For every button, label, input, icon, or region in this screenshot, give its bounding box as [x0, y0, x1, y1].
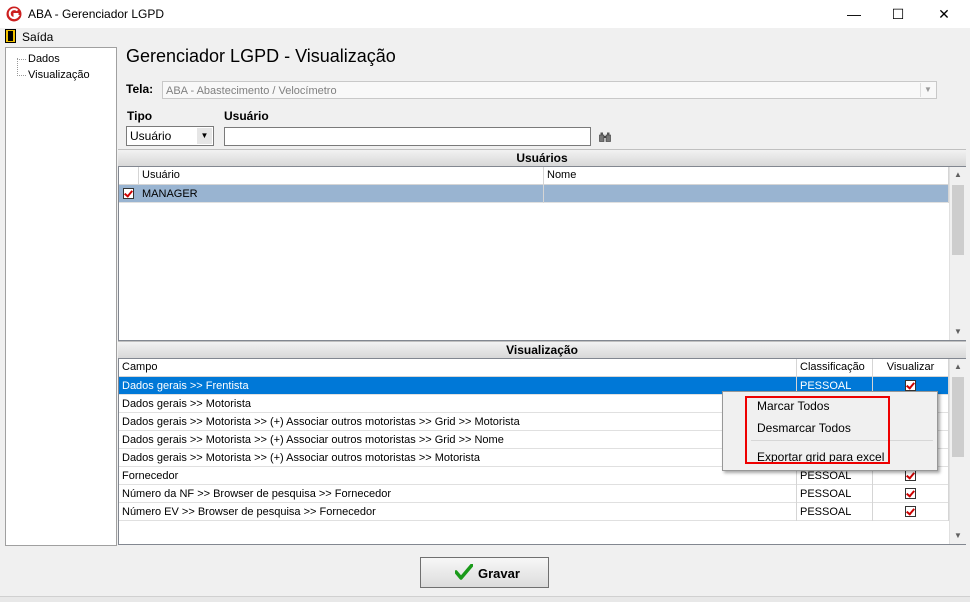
gravar-button[interactable]: Gravar	[420, 557, 549, 588]
visualizar-checkbox[interactable]	[905, 380, 916, 391]
tela-select[interactable]: ABA - Abastecimento / Velocímetro ▼	[162, 81, 937, 99]
scroll-thumb[interactable]	[952, 185, 964, 255]
highlight-annotation-box	[745, 396, 890, 464]
tela-value: ABA - Abastecimento / Velocímetro	[166, 85, 337, 97]
scroll-down-icon[interactable]: ▼	[950, 528, 966, 544]
table-row[interactable]: Número EV >> Browser de pesquisa >> Forn…	[119, 503, 949, 521]
cell-campo: Número EV >> Browser de pesquisa >> Forn…	[119, 503, 797, 521]
app-logo-icon	[6, 6, 22, 22]
cell-classificacao: PESSOAL	[797, 503, 873, 521]
maximize-button[interactable]: ☐	[875, 0, 921, 28]
chevron-down-icon[interactable]: ▼	[197, 128, 212, 144]
cell-visualizar	[873, 485, 949, 503]
row-checkbox[interactable]	[123, 188, 134, 199]
users-grid[interactable]: Usuário Nome MANAGER ▲ ▼	[118, 166, 966, 341]
column-header-usuario[interactable]: Usuário	[139, 167, 544, 184]
close-button[interactable]: ✕	[921, 0, 967, 28]
users-grid-header: Usuário Nome	[119, 167, 949, 185]
minimize-button[interactable]: —	[831, 0, 877, 28]
tree-connector	[17, 58, 18, 76]
table-row[interactable]: MANAGER	[119, 185, 949, 203]
exit-menu-item[interactable]: Saída	[22, 30, 53, 44]
scroll-up-icon[interactable]: ▲	[950, 359, 966, 375]
page-title: Gerenciador LGPD - Visualização	[126, 46, 396, 66]
cell-campo: Dados gerais >> Motorista >> (+) Associa…	[119, 431, 797, 449]
column-header-visualizar[interactable]: Visualizar	[873, 359, 949, 376]
cell-campo: Dados gerais >> Motorista >> (+) Associa…	[119, 413, 797, 431]
tree-connector	[17, 59, 26, 60]
binoculars-icon[interactable]	[599, 132, 611, 142]
cell-campo: Número da NF >> Browser de pesquisa >> F…	[119, 485, 797, 503]
taskbar-strip	[0, 596, 970, 602]
users-grid-scrollbar[interactable]: ▲ ▼	[949, 167, 966, 340]
column-header-nome[interactable]: Nome	[544, 167, 949, 184]
cell-classificacao: PESSOAL	[797, 485, 873, 503]
cell-usuario: MANAGER	[139, 185, 544, 203]
visualizar-checkbox[interactable]	[905, 470, 916, 481]
scroll-down-icon[interactable]: ▼	[950, 324, 966, 340]
column-header-campo[interactable]: Campo	[119, 359, 797, 376]
tipo-select[interactable]: Usuário ▼	[126, 126, 214, 146]
tree-connector	[17, 75, 26, 76]
table-row[interactable]: Número da NF >> Browser de pesquisa >> F…	[119, 485, 949, 503]
usuario-label: Usuário	[224, 109, 269, 123]
navigation-tree: Dados Visualização	[5, 47, 117, 546]
cell-campo: Dados gerais >> Frentista	[119, 377, 797, 395]
checkmark-icon	[455, 564, 473, 580]
visualizar-checkbox[interactable]	[905, 506, 916, 517]
view-grid-header: Campo Classificação Visualizar	[119, 359, 949, 377]
cell-campo: Dados gerais >> Motorista >> (+) Associa…	[119, 449, 797, 467]
cell-nome	[544, 185, 949, 203]
tela-label: Tela:	[126, 82, 154, 96]
window-title: ABA - Gerenciador LGPD	[28, 7, 165, 21]
view-grid-scrollbar[interactable]: ▲ ▼	[949, 359, 966, 544]
cell-campo: Dados gerais >> Motorista	[119, 395, 797, 413]
menu-bar	[0, 28, 970, 46]
tree-item-dados[interactable]: Dados	[28, 53, 60, 65]
chevron-down-icon[interactable]: ▼	[920, 83, 935, 97]
tree-item-visualizacao[interactable]: Visualização	[28, 69, 90, 81]
column-header-classificacao[interactable]: Classificação	[797, 359, 873, 376]
scroll-up-icon[interactable]: ▲	[950, 167, 966, 183]
tipo-label: Tipo	[127, 109, 153, 123]
visualizar-checkbox[interactable]	[905, 488, 916, 499]
tipo-value: Usuário	[130, 129, 172, 143]
cell-visualizar	[873, 503, 949, 521]
users-grid-indicator-column	[119, 167, 139, 184]
scroll-thumb[interactable]	[952, 377, 964, 457]
gravar-label: Gravar	[478, 566, 520, 581]
view-section-header: Visualização	[118, 341, 966, 358]
users-section-header: Usuários	[118, 149, 966, 166]
usuario-input[interactable]	[224, 127, 591, 146]
title-bar: ABA - Gerenciador LGPD — ☐ ✕	[0, 0, 970, 29]
cell-campo: Fornecedor	[119, 467, 797, 485]
exit-door-icon[interactable]	[5, 29, 16, 43]
